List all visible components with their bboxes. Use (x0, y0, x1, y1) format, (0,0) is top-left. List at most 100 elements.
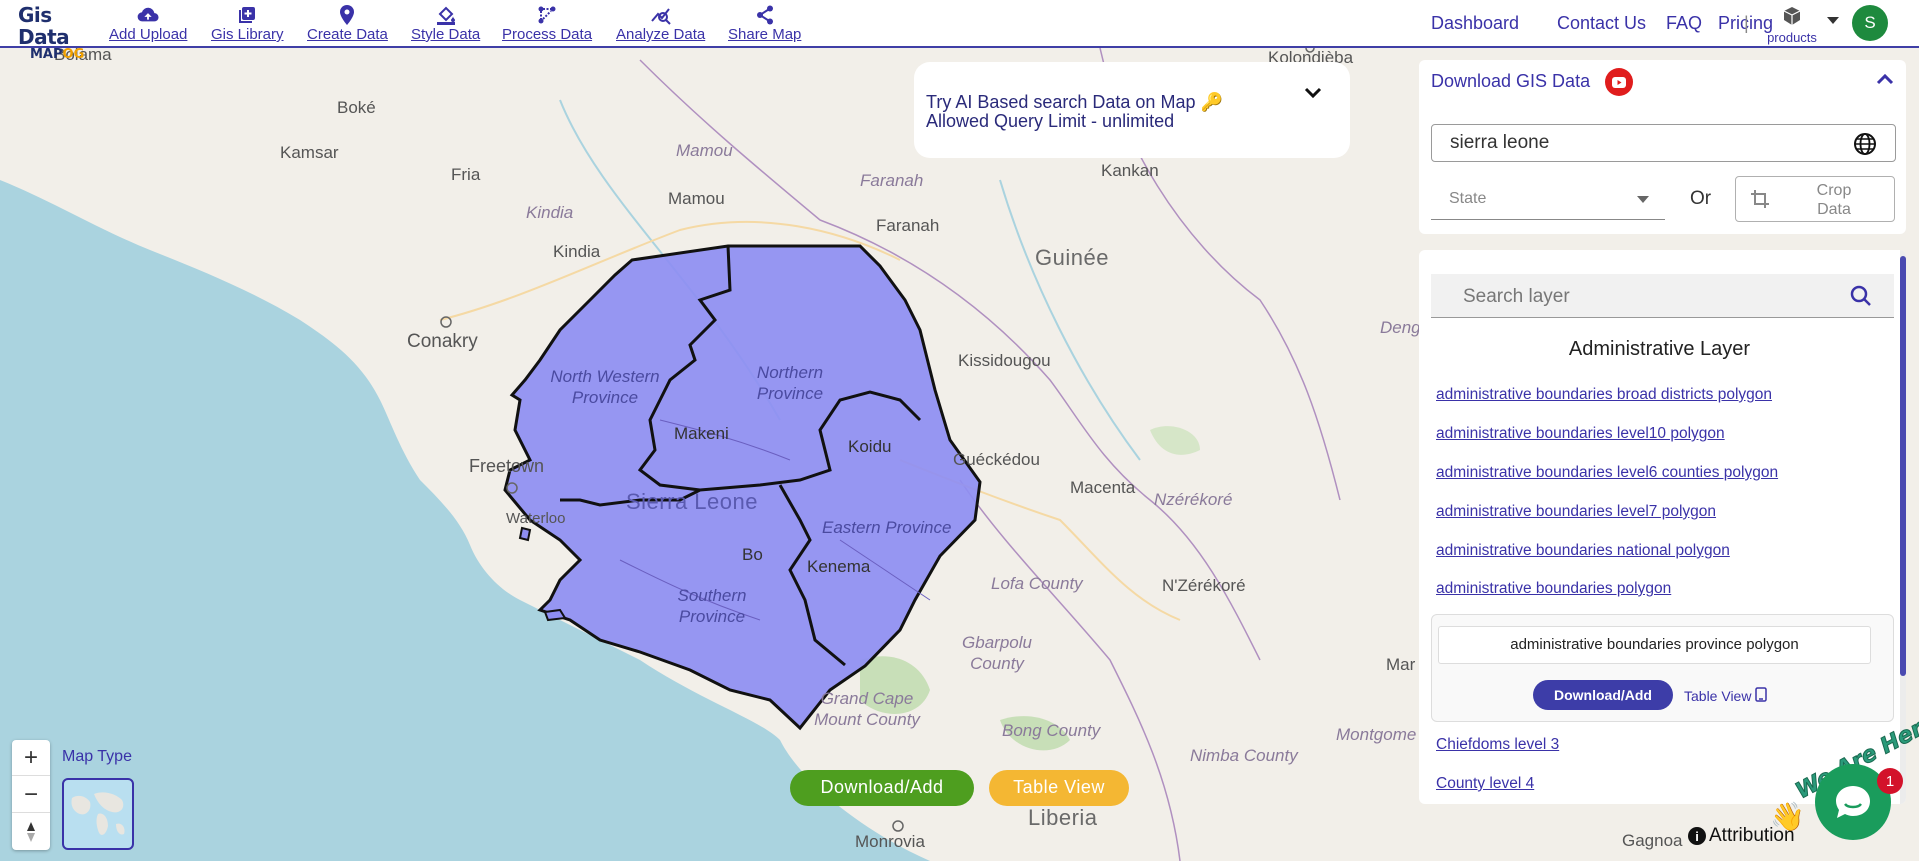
dashboard-link[interactable]: Dashboard (1431, 13, 1519, 34)
map-label: Kenema (807, 557, 871, 576)
layer-link[interactable]: administrative boundaries level7 polygon (1436, 503, 1716, 521)
nav-separator: | (1744, 13, 1749, 33)
panel-title: Download GIS Data (1431, 71, 1591, 91)
process-icon (537, 4, 557, 26)
state-placeholder: State (1449, 190, 1487, 207)
contact-us-link[interactable]: Contact Us (1557, 13, 1646, 34)
analyze-icon (650, 4, 672, 26)
nav-create-data[interactable]: Create Data (307, 4, 388, 46)
map-label: Bo (742, 545, 763, 564)
island (543, 608, 567, 622)
table-view-pill-button[interactable]: Table View (989, 770, 1129, 806)
nav-style-data[interactable]: Style Data (411, 4, 480, 46)
map-label: Kindia (553, 242, 601, 261)
dropdown-arrow-icon (1637, 196, 1649, 203)
map-label: Macenta (1070, 478, 1136, 497)
layers-panel: Search layer Administrative Layer admini… (1419, 250, 1906, 804)
layer-search-input[interactable]: Search layer (1431, 274, 1894, 318)
zoom-out-button[interactable]: − (12, 777, 50, 813)
nav-label: Create Data (307, 26, 388, 43)
app-logo[interactable]: Gis Data MAPOG (18, 4, 94, 62)
nav-add-upload[interactable]: Add Upload (109, 4, 187, 46)
map-label: Boké (337, 98, 376, 117)
map-label: N'Zérékoré (1162, 576, 1246, 595)
chevron-down-icon[interactable] (1304, 86, 1322, 104)
map-label: Makeni (674, 424, 729, 443)
youtube-icon[interactable] (1605, 68, 1633, 96)
logo-text: Gis Data (18, 3, 70, 49)
nav-process-data[interactable]: Process Data (502, 4, 592, 46)
search-icon[interactable] (1850, 285, 1872, 312)
map-label: Monrovia (855, 832, 925, 851)
map-label: Liberia (1028, 805, 1098, 830)
map-label: Mar (1386, 655, 1416, 674)
map-label: Faranah (860, 171, 924, 190)
nav-label: Process Data (502, 26, 593, 43)
map-label: Northern Province (756, 363, 824, 403)
download-add-button[interactable]: Download/Add (1533, 680, 1673, 710)
crop-data-button[interactable]: Crop Data (1735, 176, 1895, 222)
nav-analyze-data[interactable]: Analyze Data (616, 4, 705, 46)
ai-search-card[interactable]: Try AI Based search Data on Map 🔑 Allowe… (914, 62, 1350, 158)
layer-link[interactable]: administrative boundaries level10 polygo… (1436, 425, 1725, 443)
crop-data-label: Crop Data (1816, 182, 1852, 218)
nav-gis-library[interactable]: Gis Library (211, 4, 284, 46)
top-navbar: Gis Data MAPOG Add Upload Gis Library Cr… (0, 0, 1919, 62)
selected-layer-name: administrative boundaries province polyg… (1438, 626, 1871, 664)
compass-icon (27, 822, 35, 842)
map-label: Nzérékoré (1154, 490, 1233, 509)
map-label: Gbarpolu County (962, 633, 1032, 673)
nav-share-map[interactable]: Share Map (728, 4, 801, 46)
compass-reset-button[interactable] (12, 814, 50, 850)
products-menu[interactable]: products (1762, 6, 1822, 45)
nav-label: Style Data (411, 26, 481, 43)
chevron-up-icon[interactable] (1876, 72, 1894, 90)
country-value: sierra leone (1450, 132, 1550, 153)
logo-map: MAP (30, 47, 63, 62)
zoom-in-button[interactable]: + (12, 740, 50, 776)
map-label: Conakry (407, 331, 478, 352)
state-select[interactable]: State (1431, 178, 1665, 220)
nav-label: Analyze Data (616, 26, 706, 43)
map-label: Southern Province (677, 586, 747, 626)
ai-search-limit: Allowed Query Limit - unlimited (926, 111, 1175, 131)
map-label: Sierra Leone (626, 489, 758, 514)
ai-search-title: Try AI Based search Data on Map 🔑 (926, 92, 1223, 113)
chat-widget[interactable]: We Are Here! 👋 1 (1770, 704, 1919, 854)
map-label: Koidu (848, 437, 892, 456)
library-add-icon (238, 4, 256, 26)
layer-link[interactable]: Chiefdoms level 3 (1436, 736, 1559, 754)
world-map-icon (71, 792, 125, 835)
map-label: Mamou (668, 189, 725, 208)
faq-link[interactable]: FAQ (1666, 13, 1702, 34)
download-gis-panel: Download GIS Data sierra leone State Or … (1419, 60, 1906, 234)
map-label: Nimba County (1190, 746, 1298, 765)
section-title: Administrative Layer (1568, 338, 1751, 360)
layer-link[interactable]: administrative boundaries level6 countie… (1436, 464, 1778, 482)
avatar[interactable]: S (1852, 5, 1888, 41)
scrollbar-thumb[interactable] (1900, 256, 1906, 676)
map-label: Guinée (1035, 245, 1109, 270)
or-label: Or (1690, 188, 1712, 209)
key-icon: 🔑 (1200, 92, 1223, 112)
layer-link[interactable]: County level 4 (1436, 775, 1534, 793)
globe-icon[interactable] (1853, 132, 1877, 162)
chevron-down-icon[interactable] (1827, 17, 1839, 24)
country-input[interactable]: sierra leone (1431, 124, 1896, 162)
layer-link[interactable]: administrative boundaries broad district… (1436, 386, 1772, 404)
layer-link[interactable]: administrative boundaries national polyg… (1436, 542, 1730, 560)
map-label: Eastern Province (822, 518, 952, 537)
map-type-label: Map Type (62, 748, 132, 765)
map-label: Kankan (1101, 161, 1159, 180)
map-pin-icon (340, 4, 355, 26)
island (518, 526, 532, 542)
map-label: Grand Cape Mount County (814, 689, 920, 729)
layer-link[interactable]: administrative boundaries polygon (1436, 580, 1671, 598)
download-add-pill-button[interactable]: Download/Add (790, 770, 974, 806)
map-type-thumbnail[interactable] (62, 778, 134, 850)
map-label: Gagnoa (1622, 831, 1683, 850)
map-label: Waterloo (506, 510, 566, 527)
map-label: Lofa County (991, 574, 1083, 593)
table-view-link[interactable]: Table View (1684, 687, 1768, 705)
selected-layer-card: administrative boundaries province polyg… (1431, 614, 1894, 722)
